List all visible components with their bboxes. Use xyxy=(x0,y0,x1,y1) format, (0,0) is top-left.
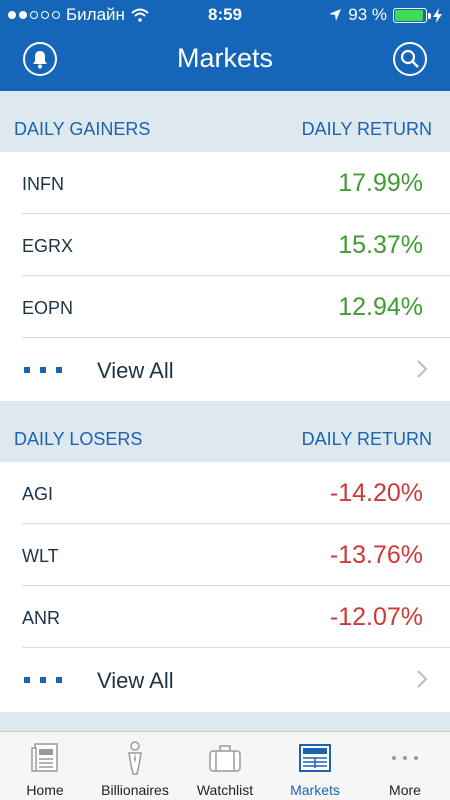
stock-symbol: WLT xyxy=(22,546,59,566)
stock-symbol: EGRX xyxy=(22,236,74,256)
status-bar: Билайн 8:59 93 % xyxy=(0,0,450,30)
more-dots-icon xyxy=(392,756,418,760)
view-all-label: View All xyxy=(97,358,174,383)
tab-label: Home xyxy=(26,782,64,798)
app-header: Билайн 8:59 93 % Markets xyxy=(0,0,450,91)
view-all-label: View All xyxy=(97,668,174,693)
nav-bar: Markets xyxy=(0,30,450,91)
tab-billionaires[interactable]: Billionaires xyxy=(90,732,180,800)
losers-column-label: DAILY RETURN xyxy=(301,429,432,449)
briefcase-icon xyxy=(209,745,241,772)
status-right: 93 % xyxy=(328,5,442,25)
charging-bolt-icon xyxy=(433,7,442,23)
dots-icon xyxy=(40,677,46,683)
stock-symbol: INFN xyxy=(22,174,64,194)
page-title: Markets xyxy=(176,43,274,73)
gainer-row-egrx[interactable]: EGRX 15.37% xyxy=(0,214,450,276)
daily-return: 15.37% xyxy=(338,231,423,259)
tab-bar: Home Billionaires Watchlist Markets More xyxy=(0,731,450,800)
losers-header: DAILY LOSERS DAILY RETURN xyxy=(0,401,450,462)
chevron-right-icon xyxy=(417,360,428,378)
tab-watchlist[interactable]: Watchlist xyxy=(180,732,270,800)
stock-symbol: EOPN xyxy=(22,298,74,318)
gainers-title: DAILY GAINERS xyxy=(14,119,151,139)
newspaper-icon xyxy=(31,743,58,772)
dots-icon xyxy=(24,367,30,373)
next-section-edge xyxy=(0,712,450,731)
losers-title: DAILY LOSERS xyxy=(14,429,143,449)
tab-label: Watchlist xyxy=(196,782,254,798)
tab-label: Billionaires xyxy=(101,782,169,798)
losers-view-all[interactable]: View All xyxy=(0,648,450,712)
battery-icon xyxy=(393,7,431,23)
location-arrow-icon xyxy=(329,9,342,21)
chevron-right-icon xyxy=(417,670,428,688)
loser-row-agi[interactable]: AGI -14.20% xyxy=(0,462,450,524)
dots-icon xyxy=(56,677,62,683)
gainers-column-label: DAILY RETURN xyxy=(301,119,432,139)
gainers-header: DAILY GAINERS DAILY RETURN xyxy=(0,91,450,152)
dots-icon xyxy=(56,367,62,373)
daily-return: -13.76% xyxy=(329,541,423,569)
dots-icon xyxy=(40,367,46,373)
person-icon xyxy=(128,741,142,775)
loser-row-anr[interactable]: ANR -12.07% xyxy=(0,586,450,648)
tab-label: More xyxy=(389,782,421,798)
search-button[interactable] xyxy=(393,42,427,76)
stock-symbol: AGI xyxy=(22,484,54,504)
markets-icon xyxy=(299,744,331,772)
stock-symbol: ANR xyxy=(22,608,61,628)
gainers-view-all[interactable]: View All xyxy=(0,338,450,402)
loser-row-wlt[interactable]: WLT -13.76% xyxy=(0,524,450,586)
daily-return: 17.99% xyxy=(338,169,423,197)
tab-markets[interactable]: Markets xyxy=(270,732,360,800)
tab-label: Markets xyxy=(290,782,340,798)
dots-icon xyxy=(24,677,30,683)
gainer-row-infn[interactable]: INFN 17.99% xyxy=(0,152,450,214)
daily-return: 12.94% xyxy=(338,293,423,321)
daily-return: -12.07% xyxy=(329,603,423,631)
battery-percent: 93 % xyxy=(348,5,387,24)
daily-return: -14.20% xyxy=(329,479,423,507)
search-icon xyxy=(400,49,419,68)
gainer-row-eopn[interactable]: EOPN 12.94% xyxy=(0,276,450,338)
tab-more[interactable]: More xyxy=(360,732,450,800)
tab-home[interactable]: Home xyxy=(0,732,90,800)
